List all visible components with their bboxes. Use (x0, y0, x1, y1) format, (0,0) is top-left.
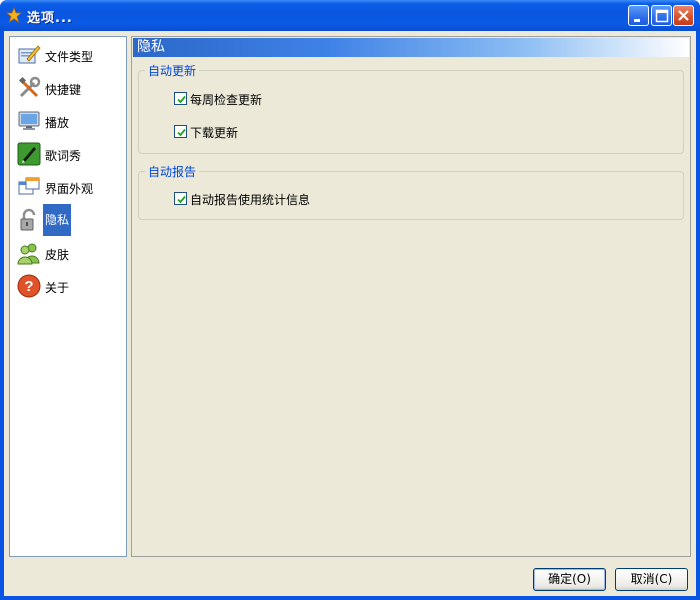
sidebar-item-lyrics[interactable]: 歌词秀 (15, 138, 125, 170)
maximize-icon (655, 9, 669, 23)
pen-icon (17, 142, 41, 166)
checkbox[interactable] (174, 192, 187, 205)
users-icon (17, 241, 41, 265)
dialog-body: 文件类型 快捷键 播放 歌词秀 界面外观 隐私 皮肤 ? 关于 隐私 自动更新 … (4, 31, 696, 596)
tools-icon (17, 76, 41, 100)
minimize-button[interactable] (628, 5, 649, 26)
checkbox-label: 下载更新 (190, 126, 239, 140)
options-window: 选项... 文件类型 快捷键 播放 歌词秀 界面外观 隐私 皮肤 ? 关于 隐私… (0, 0, 700, 600)
checkbox[interactable] (174, 125, 187, 138)
sidebar-item-playback[interactable]: 播放 (15, 105, 125, 137)
close-icon (678, 10, 689, 21)
sidebar-item-label: 皮肤 (45, 248, 70, 262)
group-title: 自动报告 (145, 163, 200, 180)
checkmark-icon (177, 128, 186, 137)
sidebar-item-appearance[interactable]: 界面外观 (15, 171, 125, 203)
checkbox-label: 每周检查更新 (190, 93, 263, 107)
svg-text:?: ? (24, 278, 33, 295)
sidebar-item-label: 隐私 (43, 204, 72, 236)
sidebar-item-privacy[interactable]: 隐私 (15, 204, 125, 236)
title-bar[interactable]: 选项... (0, 0, 700, 31)
maximize-button[interactable] (651, 5, 672, 26)
auto-update-group: 自动更新 每周检查更新 下载更新 (138, 62, 684, 154)
sidebar-item-about[interactable]: ? 关于 (15, 270, 125, 302)
sidebar-item-skins[interactable]: 皮肤 (15, 237, 125, 269)
sidebar-item-label: 界面外观 (45, 182, 94, 196)
star-icon (5, 6, 23, 23)
help-icon: ? (17, 274, 41, 298)
lock-icon (17, 208, 41, 232)
ok-button[interactable]: 确定(O) (533, 568, 606, 591)
group-title: 自动更新 (145, 62, 200, 79)
monitor-icon (17, 109, 41, 133)
file-types-icon (17, 43, 41, 67)
window-title: 选项... (27, 11, 73, 26)
cancel-button[interactable]: 取消(C) (615, 568, 688, 591)
category-list[interactable]: 文件类型 快捷键 播放 歌词秀 界面外观 隐私 皮肤 ? 关于 (9, 36, 127, 557)
checkbox[interactable] (174, 92, 187, 105)
settings-panel: 隐私 自动更新 每周检查更新 下载更新 自动报告 自动报告使用统计信息 (131, 36, 691, 557)
checkmark-icon (177, 95, 186, 104)
sidebar-item-label: 歌词秀 (45, 149, 82, 163)
sidebar-item-label: 文件类型 (45, 50, 94, 64)
close-button[interactable] (673, 5, 694, 26)
page-title: 隐私 (133, 38, 689, 57)
windows-icon (17, 175, 41, 199)
sidebar-item-label: 播放 (45, 116, 70, 130)
sidebar-item-label: 关于 (45, 281, 70, 295)
sidebar-item-file-types[interactable]: 文件类型 (15, 39, 125, 71)
auto-report-group: 自动报告 自动报告使用统计信息 (138, 163, 684, 220)
sidebar-item-label: 快捷键 (45, 83, 82, 97)
sidebar-item-shortcuts[interactable]: 快捷键 (15, 72, 125, 104)
minimize-icon (634, 19, 640, 22)
checkmark-icon (177, 195, 186, 204)
checkbox-label: 自动报告使用统计信息 (190, 193, 311, 207)
